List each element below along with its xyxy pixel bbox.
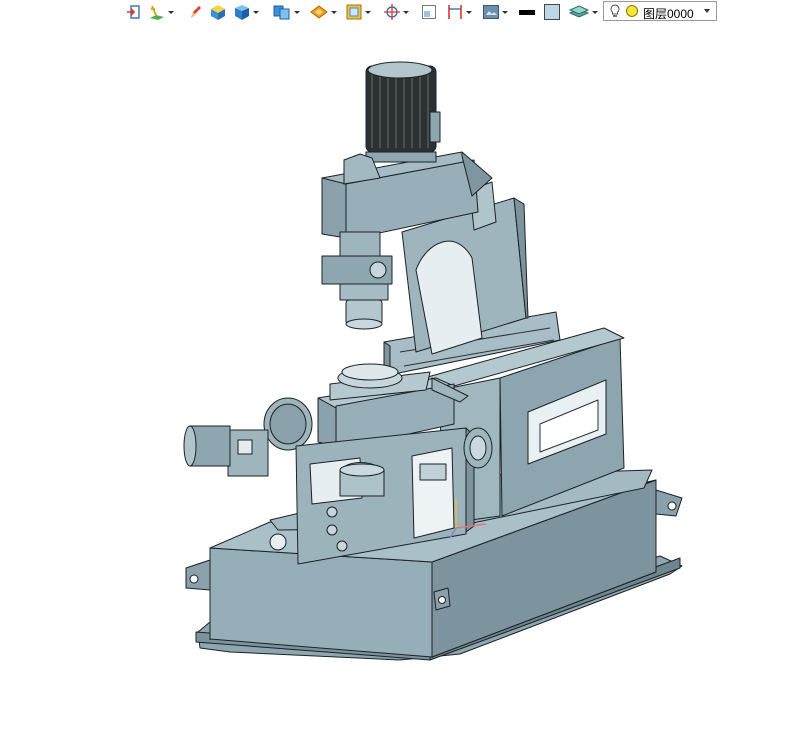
draw-button[interactable] (188, 2, 202, 22)
pencil-icon (191, 6, 201, 18)
line-color-swatch (519, 9, 535, 15)
chevron-down-icon[interactable] (592, 10, 598, 14)
chevron-down-icon[interactable] (502, 10, 508, 14)
layers-button[interactable] (568, 2, 598, 22)
chevron-down-icon[interactable] (704, 9, 710, 13)
dimension-button[interactable] (446, 2, 472, 22)
3d-viewport[interactable] (0, 24, 788, 736)
render-button[interactable] (482, 2, 508, 22)
chevron-down-icon[interactable] (294, 10, 300, 14)
render-icon (483, 5, 499, 19)
import-button[interactable] (125, 2, 141, 22)
layer-color-dot-icon[interactable] (625, 4, 639, 18)
chevron-down-icon[interactable] (331, 10, 337, 14)
toolbar: 图层0000 (0, 0, 788, 24)
line-color-button[interactable] (519, 2, 535, 22)
boolean-icon (273, 5, 290, 20)
sketch-icon (150, 5, 164, 20)
boolean-button[interactable] (272, 2, 300, 22)
window-icon (422, 5, 436, 19)
solid-button[interactable] (233, 2, 259, 22)
layer-dropdown[interactable]: 图层0000 (603, 1, 717, 21)
extrude-button[interactable] (209, 2, 227, 22)
cube-icon (235, 5, 249, 20)
chevron-down-icon[interactable] (466, 10, 472, 14)
chevron-down-icon[interactable] (253, 10, 259, 14)
sketch-button[interactable] (148, 2, 174, 22)
lightbulb-icon[interactable] (609, 3, 621, 19)
extrude-icon (211, 5, 225, 20)
snap-button[interactable] (383, 2, 409, 22)
view-button[interactable] (421, 2, 437, 22)
machine-model (183, 61, 683, 661)
layers-icon (568, 5, 590, 18)
fill-color-swatch (544, 4, 560, 20)
surface-icon (310, 5, 328, 19)
dimension-icon (448, 5, 462, 19)
frame-icon (346, 4, 362, 20)
target-icon (384, 4, 400, 20)
import-icon (127, 5, 140, 19)
fill-color-button[interactable] (544, 2, 560, 22)
chevron-down-icon[interactable] (365, 10, 371, 14)
frame-button[interactable] (345, 2, 371, 22)
surface-button[interactable] (309, 2, 337, 22)
layer-name: 图层0000 (643, 7, 694, 21)
chevron-down-icon[interactable] (403, 10, 409, 14)
chevron-down-icon[interactable] (168, 10, 174, 14)
